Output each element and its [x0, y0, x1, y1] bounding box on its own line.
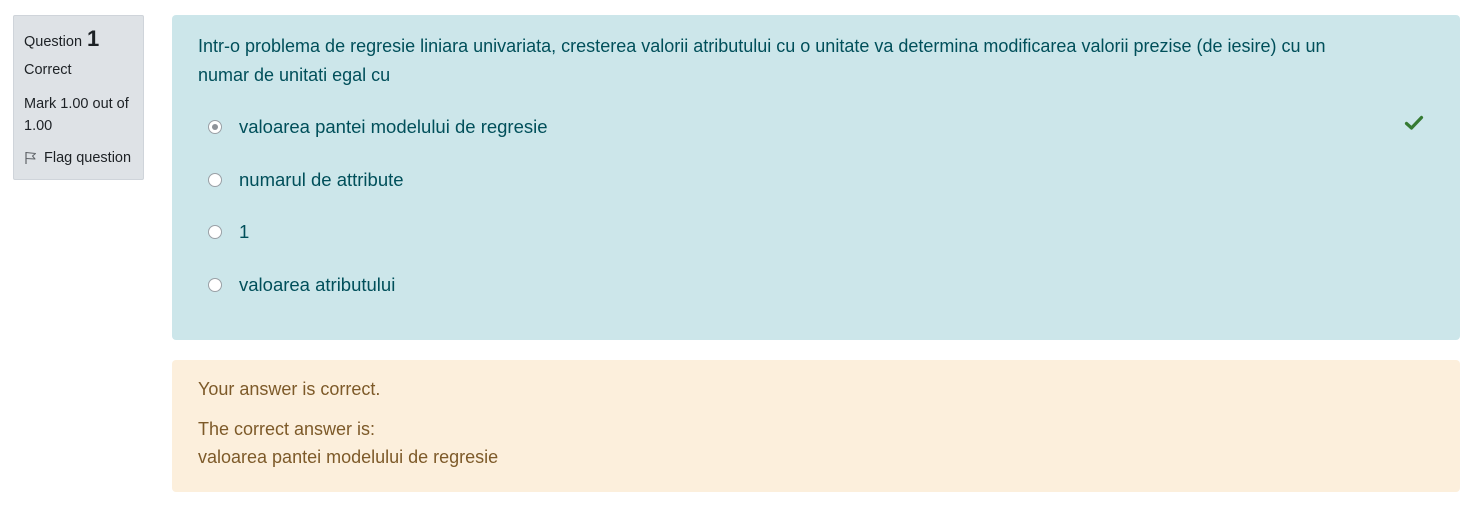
question-content: Intr-o problema de regresie liniara univ… — [172, 15, 1460, 340]
question-state: Correct — [24, 62, 72, 78]
answer-label: valoarea atributului — [239, 273, 396, 295]
answer-list: valoarea pantei modelului de regresie nu… — [198, 101, 1434, 311]
checkmark-icon — [1404, 113, 1424, 133]
question-info-panel: Question 1 Correct Mark 1.00 out of 1.00… — [13, 15, 144, 180]
answer-option[interactable]: valoarea atributului — [198, 259, 1434, 312]
answer-radio[interactable] — [208, 277, 222, 292]
answer-label: 1 — [239, 221, 250, 243]
answer-option[interactable]: valoarea pantei modelului de regresie — [198, 101, 1434, 154]
question-number: 1 — [87, 26, 100, 51]
question-text: Intr-o problema de regresie liniara univ… — [198, 36, 1326, 85]
answer-label: valoarea pantei modelului de regresie — [239, 116, 548, 138]
answer-radio[interactable] — [208, 225, 222, 240]
feedback-message: Your answer is correct. — [198, 379, 381, 399]
question-label: Question — [24, 34, 83, 50]
question-grade: Mark 1.00 out of 1.00 — [24, 96, 129, 134]
feedback-panel: Your answer is correct. The correct answ… — [172, 360, 1460, 492]
correct-answer-block: The correct answer is: valoarea pantei m… — [198, 415, 1434, 471]
answer-option[interactable]: 1 — [198, 206, 1434, 259]
answer-radio[interactable] — [208, 120, 222, 135]
question-number-row: Question 1 — [24, 26, 133, 54]
correct-answer-intro: The correct answer is: — [198, 419, 376, 439]
correct-answer-text: valoarea pantei modelului de regresie — [198, 447, 499, 467]
answer-option[interactable]: numarul de attribute — [198, 154, 1434, 207]
answer-radio[interactable] — [208, 172, 222, 187]
flag-question-link[interactable]: Flag question — [24, 148, 133, 168]
flag-question-label: Flag question — [44, 150, 132, 166]
answer-label: numarul de attribute — [239, 168, 404, 190]
flag-icon — [24, 151, 38, 165]
